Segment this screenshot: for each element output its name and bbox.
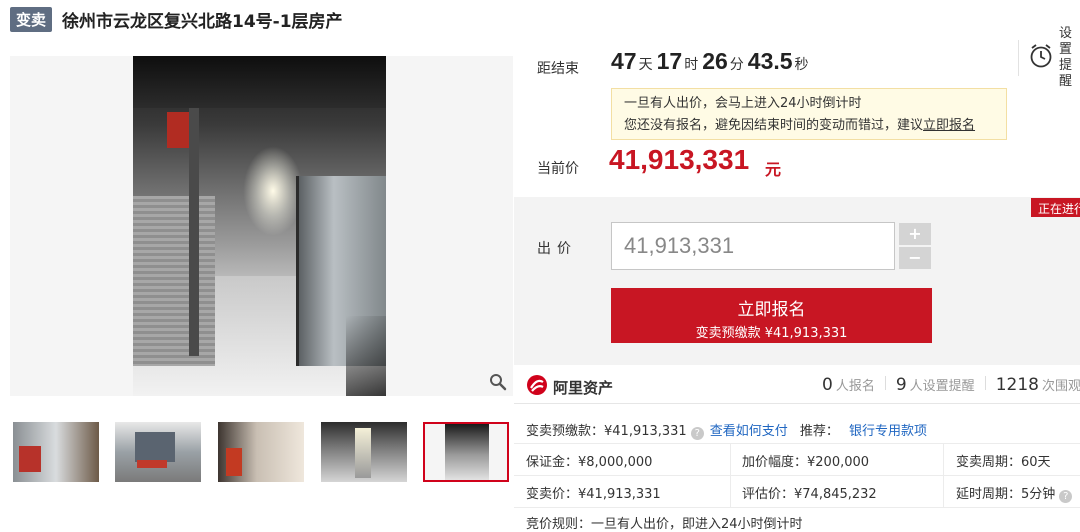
set-reminder-button[interactable]: 设置 提醒 bbox=[1018, 26, 1080, 89]
remind-label: 人设置提醒 bbox=[909, 379, 975, 394]
divider bbox=[514, 507, 1080, 508]
platform-name: 阿里资产 bbox=[553, 378, 614, 397]
countdown-hours: 17 bbox=[656, 48, 683, 74]
margin-info: 保证金：¥8,000,000 bbox=[526, 455, 653, 470]
reminder-label-line1: 设置 bbox=[1059, 26, 1073, 57]
notice-line-1: 一旦有人出价，会马上进入24小时倒计时 bbox=[624, 96, 862, 111]
delay-text: 延时周期：5分钟 bbox=[956, 487, 1056, 502]
main-property-photo[interactable] bbox=[10, 56, 513, 396]
deposit-amount: 变卖预缴款：¥41,913,331 bbox=[526, 424, 687, 439]
period-info: 变卖周期：60天 bbox=[956, 455, 1051, 470]
help-icon[interactable]: ? bbox=[1059, 490, 1073, 503]
photo-scene bbox=[133, 56, 386, 396]
register-now-button[interactable]: 立即报名 变卖预缴款 ¥41,913,331 bbox=[611, 288, 932, 343]
thumbnail-4[interactable] bbox=[321, 422, 407, 482]
how-to-pay-link[interactable]: 查看如何支付 bbox=[710, 424, 788, 439]
current-price-value: 41,913,331 bbox=[609, 144, 750, 175]
recommend-label: 推荐： bbox=[799, 424, 839, 439]
auction-stats: 0 人报名 9 人设置提醒 1218 次围观 bbox=[822, 375, 1080, 395]
countdown-days: 47 bbox=[611, 48, 637, 74]
register-button-deposit: 变卖预缴款 ¥41,913,331 bbox=[695, 326, 848, 341]
bank-payment-link[interactable]: 银行专用款项 bbox=[849, 424, 927, 439]
thumbnail-5-selected[interactable] bbox=[423, 422, 509, 482]
delay-info: 延时周期：5分钟? bbox=[956, 483, 1078, 503]
notice-line-2: 您还没有报名，避免因结束时间的变动而错过，建议立即报名 bbox=[624, 118, 976, 133]
register-button-label: 立即报名 bbox=[737, 300, 806, 320]
thumbnail-3[interactable] bbox=[218, 422, 304, 482]
page-header: 变卖 徐州市云龙区复兴北路14号-1层房产 bbox=[10, 6, 343, 32]
bid-rule-info: 竞价规则：一旦有人出价，即进入24小时倒计时 bbox=[526, 517, 803, 532]
bid-decrease-button[interactable]: − bbox=[899, 247, 931, 269]
register-now-link[interactable]: 立即报名 bbox=[923, 118, 975, 133]
sale-type-tag: 变卖 bbox=[10, 6, 53, 32]
thumbnail-strip bbox=[10, 422, 515, 484]
seconds-unit: 秒 bbox=[794, 56, 809, 72]
bid-label: 出价 bbox=[537, 241, 577, 257]
current-price-label: 当前价 bbox=[537, 161, 579, 177]
countdown-seconds: 43.5 bbox=[747, 48, 793, 74]
deposit-row: 变卖预缴款：¥41,913,331? 查看如何支付 推荐： 银行专用款项 bbox=[526, 420, 927, 440]
divider bbox=[514, 443, 1080, 444]
view-label: 次围观 bbox=[1041, 379, 1080, 394]
signed-label: 人报名 bbox=[835, 379, 875, 394]
hours-unit: 时 bbox=[684, 56, 699, 72]
page-title: 徐州市云龙区复兴北路14号-1层房产 bbox=[62, 11, 343, 32]
signed-count: 0 bbox=[822, 375, 833, 395]
countdown-timer: 47 天 17 时 26 分 43.5 秒 bbox=[611, 48, 813, 75]
bid-notice: 一旦有人出价，会马上进入24小时倒计时 您还没有报名，避免因结束时间的变动而错过… bbox=[611, 88, 1007, 140]
ali-assets-logo-icon bbox=[526, 374, 548, 400]
reminder-label-line2: 提醒 bbox=[1059, 58, 1073, 89]
thumbnail-1[interactable] bbox=[13, 422, 99, 482]
days-unit: 天 bbox=[638, 56, 653, 72]
alarm-clock-icon bbox=[1029, 43, 1053, 73]
appraisal-info: 评估价：¥74,845,232 bbox=[742, 487, 877, 502]
increment-info: 加价幅度：¥200,000 bbox=[742, 455, 870, 470]
minutes-unit: 分 bbox=[729, 56, 744, 72]
platform-logo: 阿里资产 bbox=[526, 374, 613, 400]
current-price-unit: 元 bbox=[765, 160, 782, 179]
view-count: 1218 bbox=[995, 375, 1039, 395]
bid-amount-input[interactable]: 41,913,331 bbox=[611, 222, 895, 270]
countdown-label: 距结束 bbox=[537, 61, 579, 77]
status-badge: 正在进行 bbox=[1031, 198, 1080, 217]
countdown-minutes: 26 bbox=[702, 48, 728, 74]
sale-price-info: 变卖价：¥41,913,331 bbox=[526, 487, 661, 502]
platform-stats-row: 阿里资产 0 人报名 9 人设置提醒 1218 次围观 bbox=[514, 366, 1080, 404]
remind-count: 9 bbox=[895, 375, 907, 395]
help-icon[interactable]: ? bbox=[690, 427, 704, 440]
divider bbox=[514, 475, 1080, 476]
thumbnail-2[interactable] bbox=[115, 422, 201, 482]
bid-increase-button[interactable]: + bbox=[899, 223, 931, 245]
magnifier-icon[interactable] bbox=[487, 371, 509, 393]
